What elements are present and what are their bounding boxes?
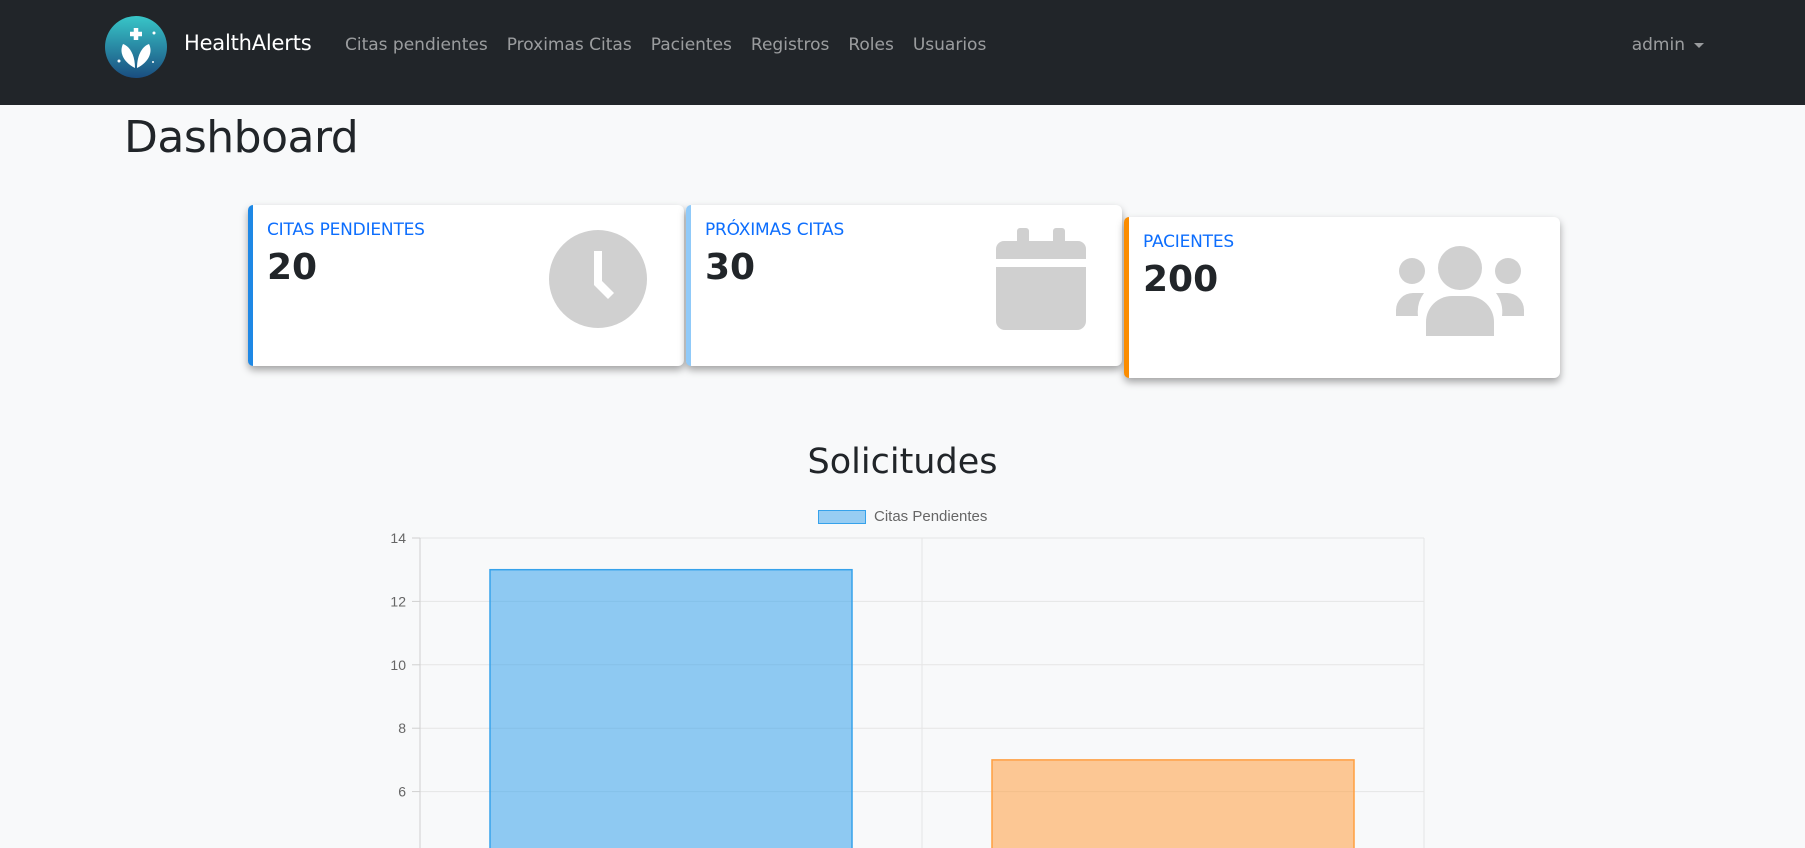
bar xyxy=(489,568,853,848)
y-tick-label: 8 xyxy=(398,720,406,736)
chart: 14 12 10 8 6 xyxy=(390,530,1425,848)
y-tick-label: 14 xyxy=(390,530,406,546)
y-tick-label: 6 xyxy=(398,784,406,800)
y-tick-label: 10 xyxy=(390,657,406,673)
bar xyxy=(991,759,1355,848)
y-tick-label: 12 xyxy=(390,593,406,609)
